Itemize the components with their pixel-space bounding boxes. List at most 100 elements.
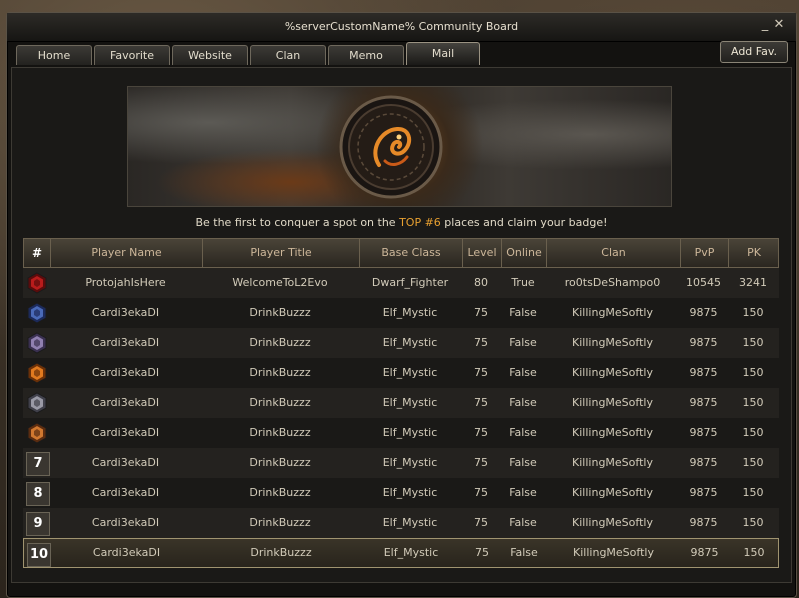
player-title-cell: WelcomeToL2Evo xyxy=(232,276,328,289)
level-cell: 75 xyxy=(475,546,489,559)
level-cell: 75 xyxy=(474,486,488,499)
pk-cell: 150 xyxy=(742,306,764,319)
level-cell: 75 xyxy=(474,396,488,409)
base-class-cell: Elf_Mystic xyxy=(382,306,438,319)
online-cell: False xyxy=(509,516,537,529)
rank-number: 10 xyxy=(27,543,51,567)
board-content: Be the first to conquer a spot on the TO… xyxy=(11,67,792,583)
rank-badge-icon xyxy=(26,422,48,444)
table-row[interactable]: Cardi3ekaDI DrinkBuzzz Elf_Mystic 75 False Ki… xyxy=(23,418,779,448)
clan-cell: KillingMeSoftly xyxy=(572,396,653,409)
clan-cell: KillingMeSoftly xyxy=(572,336,653,349)
level-cell: 75 xyxy=(474,426,488,439)
tab-mail[interactable]: Mail xyxy=(406,42,480,65)
pk-cell: 150 xyxy=(742,396,764,409)
clan-cell: KillingMeSoftly xyxy=(573,546,654,559)
player-name-cell: Cardi3ekaDI xyxy=(91,396,160,409)
add-favorite-button[interactable]: Add Fav. xyxy=(720,41,788,63)
pvp-cell: 9875 xyxy=(689,396,718,409)
rank-number: 7 xyxy=(26,452,50,476)
player-title-cell: DrinkBuzzz xyxy=(249,486,311,499)
player-title-cell: DrinkBuzzz xyxy=(250,546,312,559)
close-icon[interactable]: ✕ xyxy=(772,17,786,33)
level-cell: 75 xyxy=(474,456,488,469)
pvp-cell: 9875 xyxy=(690,546,719,559)
online-cell: False xyxy=(509,366,537,379)
table-row[interactable]: Cardi3ekaDI DrinkBuzzz Elf_Mystic 75 False Ki… xyxy=(23,298,779,328)
player-title-cell: DrinkBuzzz xyxy=(249,306,311,319)
online-cell: False xyxy=(509,486,537,499)
table-row[interactable]: ProtojahIsHere WelcomeToL2Evo Dwarf_Fighte… xyxy=(23,268,779,298)
online-cell: False xyxy=(509,426,537,439)
table-row[interactable]: Cardi3ekaDI DrinkBuzzz Elf_Mystic 75 False Ki… xyxy=(23,388,779,418)
table-row[interactable]: 7 Cardi3ekaDI DrinkBuzzz Elf_Mystic 75 False K… xyxy=(23,448,779,478)
column-header-player-title[interactable]: Player Title xyxy=(203,239,360,267)
tab-memo[interactable]: Memo xyxy=(328,45,404,65)
promo-text-after: places and claim your badge! xyxy=(440,216,608,229)
table-row[interactable]: Cardi3ekaDI DrinkBuzzz Elf_Mystic 75 False Ki… xyxy=(23,328,779,358)
online-cell: False xyxy=(509,306,537,319)
clan-cell: KillingMeSoftly xyxy=(572,516,653,529)
rank-badge-icon xyxy=(26,362,48,384)
base-class-cell: Elf_Mystic xyxy=(382,516,438,529)
level-cell: 80 xyxy=(474,276,488,289)
player-name-cell: Cardi3ekaDI xyxy=(91,516,160,529)
rank-badge-icon xyxy=(26,392,48,414)
pk-cell: 150 xyxy=(743,546,765,559)
title-bar[interactable]: %serverCustomName% Community Board _ ✕ xyxy=(7,13,796,42)
pvp-cell: 9875 xyxy=(689,306,718,319)
table-row[interactable]: 9 Cardi3ekaDI DrinkBuzzz Elf_Mystic 75 False K… xyxy=(23,508,779,538)
column-header-clan[interactable]: Clan xyxy=(547,239,681,267)
table-row[interactable]: Cardi3ekaDI DrinkBuzzz Elf_Mystic 75 False Ki… xyxy=(23,358,779,388)
ranking-table: # Player Name Player Title Base Class Le… xyxy=(23,238,779,568)
column-header-base-class[interactable]: Base Class xyxy=(360,239,463,267)
pvp-cell: 9875 xyxy=(689,516,718,529)
column-header-rank[interactable]: # xyxy=(24,239,51,267)
tab-favorite[interactable]: Favorite xyxy=(94,45,170,65)
base-class-cell: Elf_Mystic xyxy=(382,336,438,349)
player-name-cell: Cardi3ekaDI xyxy=(91,486,160,499)
column-header-level[interactable]: Level xyxy=(463,239,502,267)
clan-cell: KillingMeSoftly xyxy=(572,426,653,439)
column-header-pk[interactable]: PK xyxy=(729,239,779,267)
tab-website[interactable]: Website xyxy=(172,45,248,65)
promo-text-before: Be the first to conquer a spot on the xyxy=(195,216,400,229)
rank-number: 9 xyxy=(26,512,50,536)
rank-badge-icon xyxy=(26,302,48,324)
pvp-cell: 10545 xyxy=(686,276,721,289)
level-cell: 75 xyxy=(474,516,488,529)
online-cell: False xyxy=(509,396,537,409)
column-header-player-name[interactable]: Player Name xyxy=(51,239,203,267)
clan-cell: KillingMeSoftly xyxy=(572,456,653,469)
minimize-icon[interactable]: _ xyxy=(758,17,772,33)
base-class-cell: Elf_Mystic xyxy=(383,546,439,559)
base-class-cell: Elf_Mystic xyxy=(382,486,438,499)
pk-cell: 150 xyxy=(742,366,764,379)
pk-cell: 150 xyxy=(742,516,764,529)
base-class-cell: Elf_Mystic xyxy=(382,426,438,439)
promo-message: Be the first to conquer a spot on the TO… xyxy=(12,216,791,229)
clan-cell: KillingMeSoftly xyxy=(572,366,653,379)
table-row[interactable]: 8 Cardi3ekaDI DrinkBuzzz Elf_Mystic 75 False K… xyxy=(23,478,779,508)
promo-highlight: TOP #6 xyxy=(399,216,441,229)
level-cell: 75 xyxy=(474,366,488,379)
pk-cell: 3241 xyxy=(739,276,767,289)
dragon-emblem-icon xyxy=(339,95,443,199)
level-cell: 75 xyxy=(474,306,488,319)
player-name-cell: Cardi3ekaDI xyxy=(91,426,160,439)
tab-clan[interactable]: Clan xyxy=(250,45,326,65)
pvp-cell: 9875 xyxy=(689,426,718,439)
pk-cell: 150 xyxy=(742,486,764,499)
column-header-online[interactable]: Online xyxy=(502,239,547,267)
base-class-cell: Dwarf_Fighter xyxy=(371,276,449,289)
base-class-cell: Elf_Mystic xyxy=(382,396,438,409)
online-cell: True xyxy=(511,276,535,289)
table-row[interactable]: 10 Cardi3ekaDI DrinkBuzzz Elf_Mystic 75 False… xyxy=(23,538,779,568)
clan-cell: KillingMeSoftly xyxy=(572,486,653,499)
player-title-cell: DrinkBuzzz xyxy=(249,456,311,469)
player-title-cell: DrinkBuzzz xyxy=(249,366,311,379)
column-header-pvp[interactable]: PvP xyxy=(681,239,729,267)
base-class-cell: Elf_Mystic xyxy=(382,456,438,469)
tab-home[interactable]: Home xyxy=(16,45,92,65)
player-name-cell: ProtojahIsHere xyxy=(85,276,166,289)
